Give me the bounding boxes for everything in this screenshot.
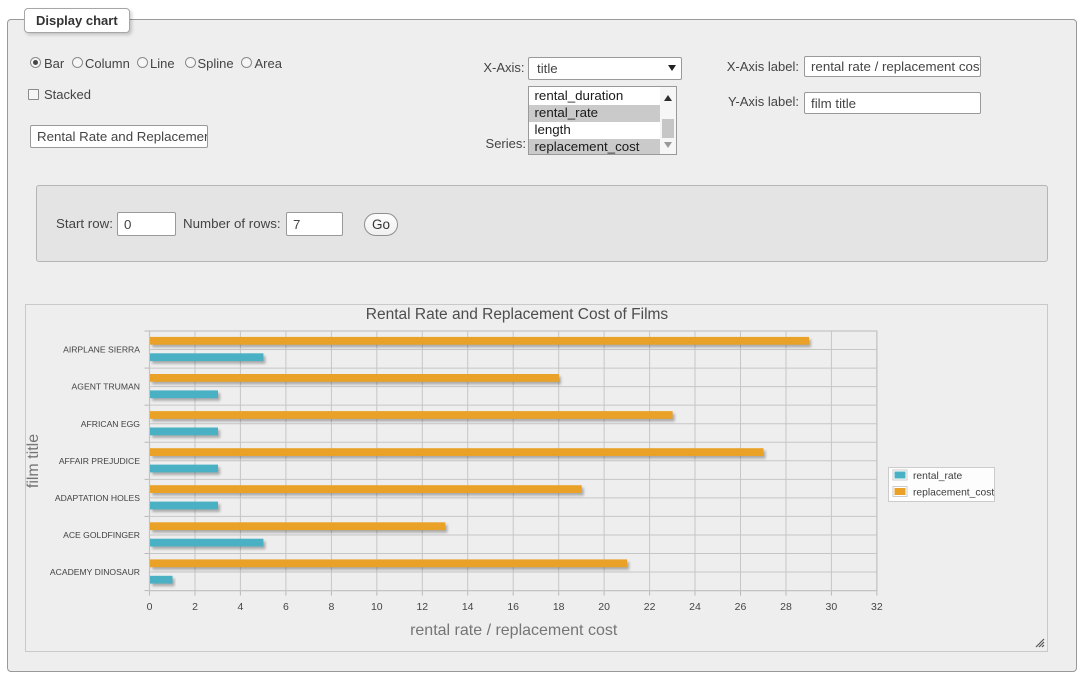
svg-text:6: 6 <box>283 601 289 613</box>
svg-text:rental_rate: rental_rate <box>913 471 963 482</box>
svg-text:8: 8 <box>328 601 334 613</box>
svg-text:AIRPLANE SIERRA: AIRPLANE SIERRA <box>63 345 140 355</box>
svg-text:2: 2 <box>192 601 198 613</box>
svg-text:ADAPTATION HOLES: ADAPTATION HOLES <box>55 493 140 503</box>
svg-text:32: 32 <box>871 601 883 613</box>
svg-text:AFFAIR PREJUDICE: AFFAIR PREJUDICE <box>59 456 140 466</box>
svg-text:AFRICAN EGG: AFRICAN EGG <box>81 419 141 429</box>
svg-text:18: 18 <box>553 601 565 613</box>
svg-text:replacement_cost: replacement_cost <box>913 488 994 499</box>
svg-text:22: 22 <box>644 601 656 613</box>
svg-text:4: 4 <box>237 601 243 613</box>
svg-text:24: 24 <box>689 601 701 613</box>
svg-text:30: 30 <box>826 601 838 613</box>
svg-text:ACADEMY DINOSAUR: ACADEMY DINOSAUR <box>50 567 140 577</box>
svg-text:14: 14 <box>462 601 474 613</box>
svg-text:20: 20 <box>598 601 610 613</box>
svg-text:Rental Rate and Replacement Co: Rental Rate and Replacement Cost of Film… <box>366 306 669 323</box>
svg-text:10: 10 <box>371 601 383 613</box>
svg-text:26: 26 <box>735 601 747 613</box>
svg-text:film title: film title <box>25 434 42 488</box>
svg-text:12: 12 <box>416 601 428 613</box>
svg-text:ACE GOLDFINGER: ACE GOLDFINGER <box>63 530 140 540</box>
svg-text:rental rate / replacement cost: rental rate / replacement cost <box>410 622 618 639</box>
svg-text:AGENT TRUMAN: AGENT TRUMAN <box>72 382 140 392</box>
svg-text:0: 0 <box>147 601 153 613</box>
svg-text:28: 28 <box>780 601 792 613</box>
svg-text:16: 16 <box>507 601 519 613</box>
